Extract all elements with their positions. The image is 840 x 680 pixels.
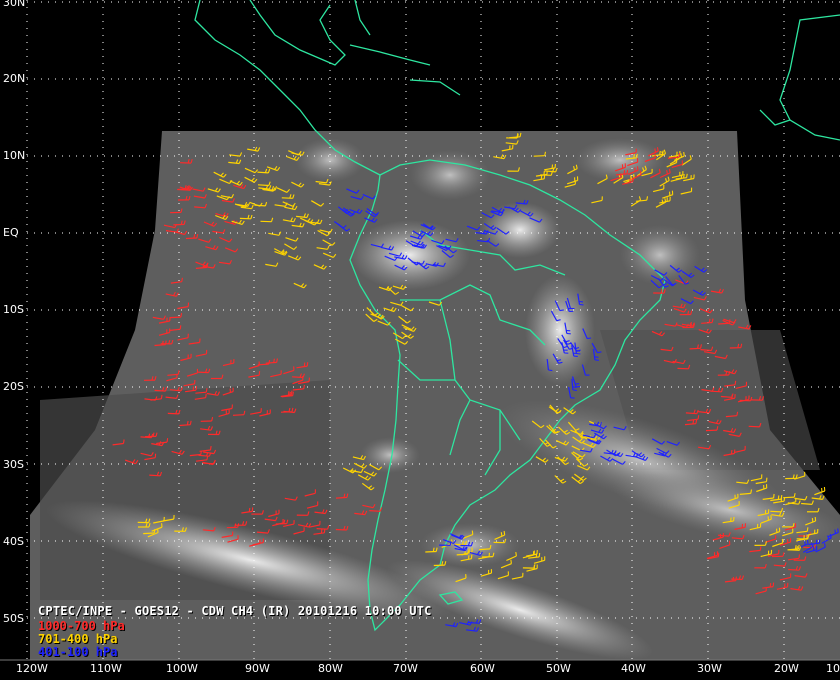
legend-entry-low-level: 1000-700 hPa [38, 619, 125, 633]
cloud-cluster [525, 275, 595, 385]
longitude-label: 90W [245, 662, 270, 675]
longitude-label: 40W [621, 662, 646, 675]
latitude-label: 10S [3, 303, 24, 316]
satellite-wind-map: 30N 20N 10N EQ 10S 20S 30S 40S 50S 120W … [0, 0, 840, 680]
longitude-label: 70W [393, 662, 418, 675]
longitude-label: 60W [470, 662, 495, 675]
cloud-cluster [575, 138, 665, 182]
longitude-label: 30W [697, 662, 722, 675]
legend-entry-high-level: 401-100 hPa [38, 645, 118, 659]
coastline-caribbean [409, 79, 461, 96]
map-canvas [0, 0, 840, 661]
latitude-label: 10N [3, 149, 26, 162]
longitude-label: 80W [318, 662, 343, 675]
coastline-africa [779, 14, 840, 141]
cloud-cluster [410, 150, 490, 200]
cloud-cluster [420, 523, 520, 567]
latitude-label: 20S [3, 380, 24, 393]
longitude-label: 20W [774, 662, 799, 675]
longitude-label: 110W [90, 662, 122, 675]
coastline-caribbean [349, 44, 431, 66]
latitude-label: 20N [3, 72, 26, 85]
longitude-label: 10 [826, 662, 840, 675]
coastline-gulf-of-mexico [249, 0, 346, 66]
legend-entry-mid-level: 701-400 hPa [38, 632, 118, 646]
latitude-label: 30S [3, 458, 24, 471]
map-title: CPTEC/INPE - GOES12 - CDW CH4 (IR) 20101… [38, 604, 432, 618]
longitude-label: 50W [546, 662, 571, 675]
coastline-florida [354, 0, 371, 36]
longitude-label: 120W [16, 662, 48, 675]
longitude-label: 100W [166, 662, 198, 675]
latitude-label: 50S [3, 612, 24, 625]
cloud-cluster [350, 220, 470, 290]
latitude-label: 40S [3, 535, 24, 548]
latitude-label: EQ [3, 226, 19, 239]
latitude-label: 30N [3, 0, 26, 9]
